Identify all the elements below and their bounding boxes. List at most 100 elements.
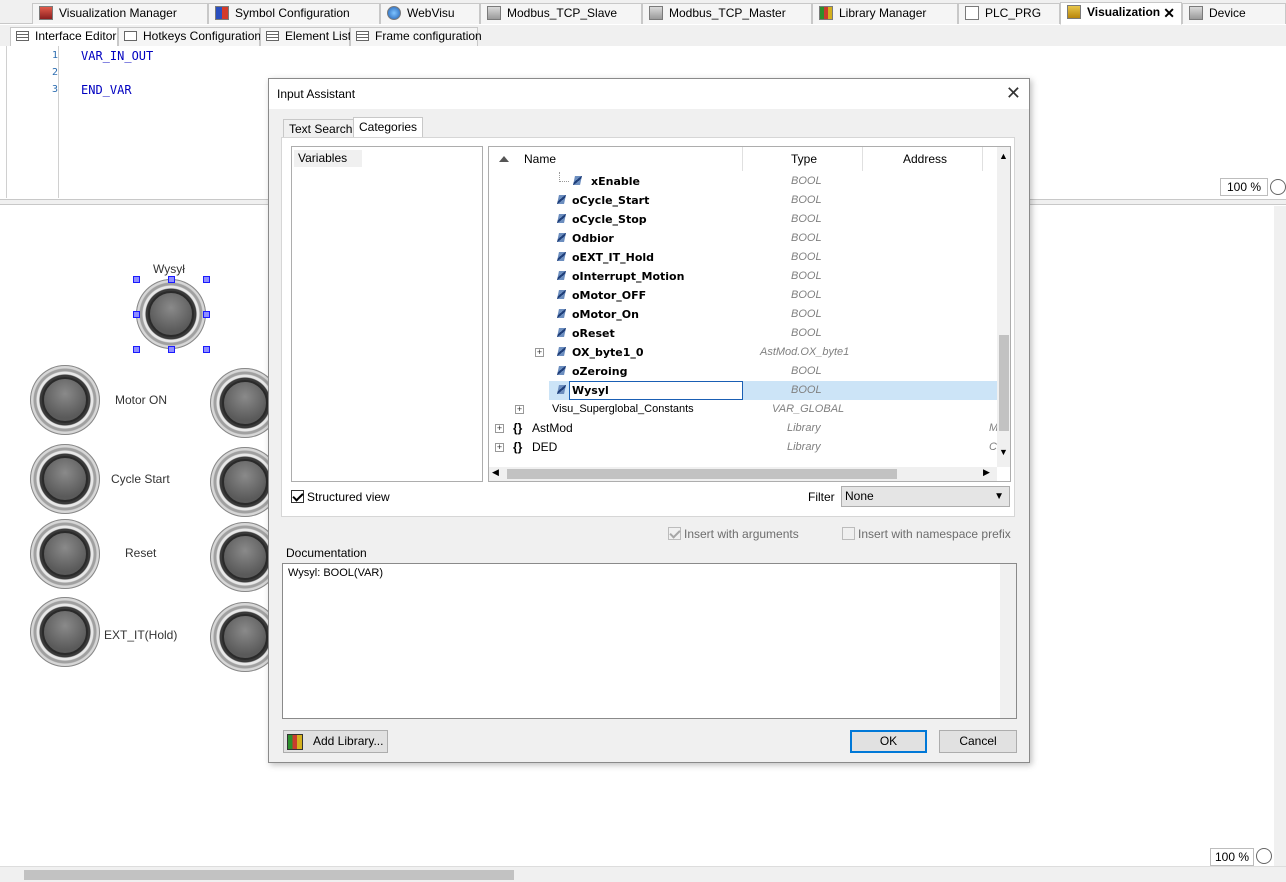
dialog-title-bar[interactable]: Input Assistant ✕ [269,79,1029,109]
scroll-up-arrow-icon[interactable]: ▲ [999,151,1008,161]
add-library-button[interactable]: Add Library... [283,730,388,753]
tab-device[interactable]: Device [1182,3,1286,24]
selection-handle[interactable] [133,311,140,318]
tab-library-manager[interactable]: Library Manager [812,3,958,24]
tab-text-search[interactable]: Text Search [283,119,359,139]
selection-handle[interactable] [168,346,175,353]
expand-plus-icon[interactable]: + [535,348,544,357]
code-line[interactable]: END_VAR [81,83,132,97]
zoom-level-bottom[interactable]: 100 % [1210,848,1254,866]
lamp-button[interactable] [30,597,100,667]
line-number: 3 [51,84,58,95]
tab-interface-editor[interactable]: Interface Editor [10,27,118,46]
grid-icon [266,31,279,41]
scroll-down-arrow-icon[interactable]: ▼ [999,447,1008,457]
library-braces-icon: {} [513,440,523,454]
tab-modbus-tcp-slave[interactable]: Modbus_TCP_Slave [480,3,642,24]
insert-with-arguments-checkbox[interactable] [668,527,681,540]
scroll-left-arrow-icon[interactable]: ◀ [492,467,499,478]
structured-view-checkbox[interactable] [291,490,304,503]
tree-row[interactable]: oZeroing BOOL [489,362,997,381]
library-icon [819,6,833,20]
lamp-button[interactable] [30,365,100,435]
tree-horizontal-scrollbar[interactable]: ◀ ▶ [489,467,997,481]
column-header-address[interactable]: Address [863,147,983,171]
filter-dropdown[interactable]: None ▼ [841,486,1010,507]
scrollbar-thumb[interactable] [999,335,1009,431]
column-header-name[interactable]: Name [489,147,743,171]
selection-handle[interactable] [203,311,210,318]
tree-row[interactable]: + Visu_Superglobal_Constants VAR_GLOBAL [489,400,997,419]
lamp-button[interactable] [30,444,100,514]
expand-plus-icon[interactable]: + [495,424,504,433]
tree-row[interactable]: oCycle_Stop BOOL [489,210,997,229]
insert-with-namespace-label: Insert with namespace prefix [858,527,1011,541]
button-face [148,291,194,337]
tree-row[interactable]: + {} AstMod Library M [489,419,998,438]
ok-button[interactable]: OK [850,730,927,753]
tree-row[interactable]: oCycle_Start BOOL [489,191,997,210]
tab-webvisu[interactable]: WebVisu [380,3,480,24]
close-tab-icon[interactable]: ✕ [1163,4,1175,23]
selection-handle[interactable] [203,276,210,283]
tab-modbus-tcp-master[interactable]: Modbus_TCP_Master [642,3,812,24]
scrollbar-thumb[interactable] [507,469,897,479]
selection-handle[interactable] [168,276,175,283]
column-header-type[interactable]: Type [743,147,863,171]
tab-frame-configuration[interactable]: Frame configuration [350,27,482,46]
canvas-horizontal-scrollbar[interactable] [0,866,1286,882]
tree-row[interactable]: oReset BOOL [489,324,997,343]
scroll-right-arrow-icon[interactable]: ▶ [983,467,990,478]
tab-visualization-manager[interactable]: Visualization Manager [32,3,208,24]
visualization-icon [1067,5,1081,19]
zoom-magnifier-icon[interactable] [1270,179,1286,195]
zoom-level-top[interactable]: 100 % [1220,178,1268,196]
close-icon[interactable]: ✕ [1006,83,1021,103]
tree-row[interactable]: oMotor_On BOOL [489,305,997,324]
tab-symbol-configuration[interactable]: Symbol Configuration [208,3,380,24]
selection-handle[interactable] [133,276,140,283]
code-line[interactable]: VAR_IN_OUT [81,49,153,63]
tab-plc-prg[interactable]: PLC_PRG [958,3,1060,24]
tree-row[interactable]: oMotor_OFF BOOL [489,286,997,305]
tree-row[interactable]: Odbior BOOL [489,229,997,248]
line-number: 2 [51,67,58,78]
tree-row[interactable]: oInterrupt_Motion BOOL [489,267,997,286]
button-label-cycle-start: Cycle Start [111,472,170,486]
tree-row[interactable]: oEXT_IT_Hold BOOL [489,248,997,267]
variable-tree[interactable]: Name Type Address xEnable BOOL oCycle_St… [488,146,1011,482]
tab-element-list[interactable]: Element List [260,27,351,46]
tree-row[interactable]: xEnable BOOL [489,172,997,191]
cancel-button[interactable]: Cancel [939,730,1017,753]
variable-icon [557,346,567,358]
selection-handle[interactable] [133,346,140,353]
tree-vertical-scrollbar[interactable]: ▲ ▼ [997,147,1010,467]
tab-hotkeys-configuration[interactable]: Hotkeys Configuration [118,27,261,46]
scrollbar-thumb[interactable] [24,870,514,880]
variable-icon [557,308,567,320]
insert-with-namespace-checkbox[interactable] [842,527,855,540]
canvas-vertical-scrollbar[interactable] [1274,206,1286,866]
button-face [222,614,268,660]
selection-handle[interactable] [203,346,210,353]
expand-plus-icon[interactable]: + [515,405,524,414]
tree-row-selected[interactable]: Wysyl BOOL [489,381,997,400]
category-list[interactable]: Variables [291,146,483,482]
tab-categories[interactable]: Categories [353,117,424,139]
tree-row[interactable]: + {} DED Library C. [489,438,1000,457]
tree-row[interactable]: + OX_byte1_0 AstMod.OX_byte1 [489,343,997,362]
input-variable-icon [573,175,583,187]
program-icon [965,6,979,20]
documentation-textbox[interactable]: Wysyl: BOOL(VAR) [282,563,1017,719]
tab-visualization[interactable]: Visualization ✕ [1060,2,1182,25]
selected-lamp-button[interactable] [136,279,206,349]
expand-plus-icon[interactable]: + [495,443,504,452]
visualization-manager-icon [39,6,53,20]
lamp-button[interactable] [30,519,100,589]
zoom-magnifier-icon[interactable] [1256,848,1272,864]
variable-icon [557,251,567,263]
documentation-scrollbar[interactable] [1000,564,1016,718]
category-item-variables[interactable]: Variables [294,150,362,167]
device-icon [487,6,501,20]
variable-icon [557,194,567,206]
